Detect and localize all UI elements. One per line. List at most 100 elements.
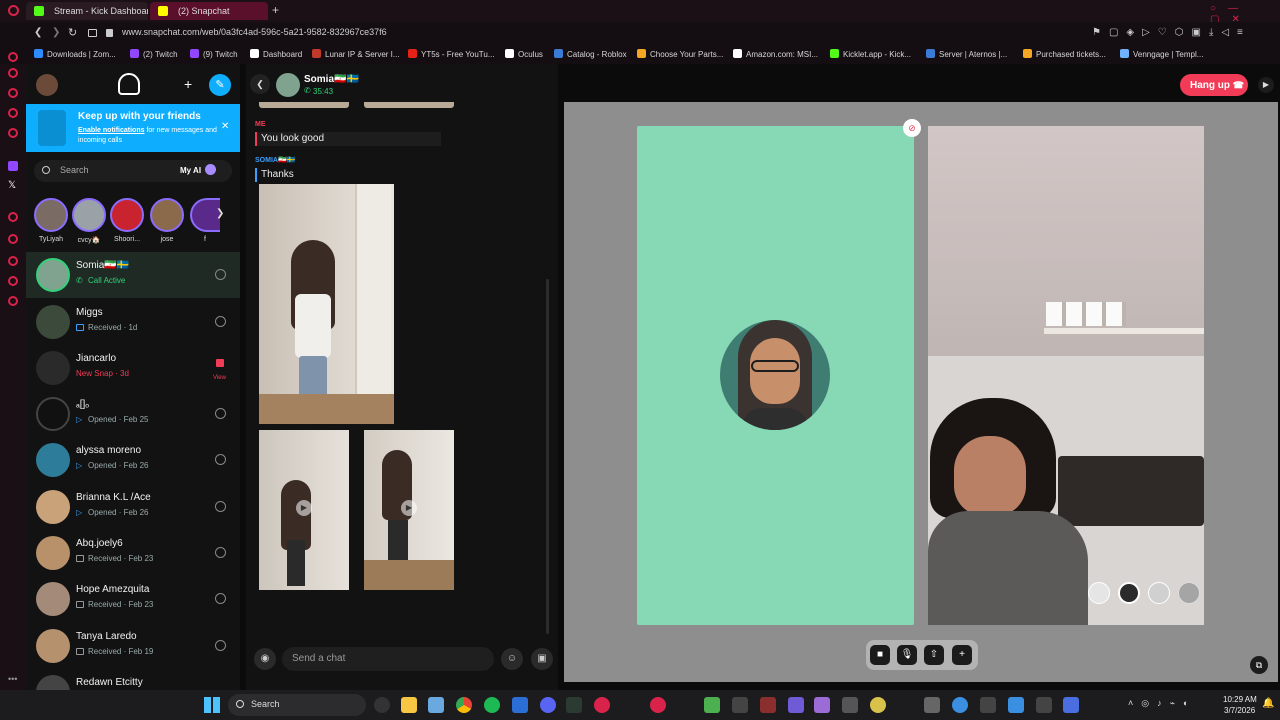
sidebar-app-icon[interactable] <box>8 88 18 98</box>
chat-list-item[interactable]: Jiancarlo New Snap · 3d View <box>26 345 240 391</box>
taskbar-app-icon[interactable] <box>814 697 830 713</box>
opera-logo-icon[interactable] <box>8 5 19 16</box>
chat-list-item[interactable]: Hope Amezquita Received · Feb 23 <box>26 576 240 622</box>
chat-list-item[interactable]: alyssa moreno Opened · Feb 26 ▷ <box>26 437 240 483</box>
chrome-icon[interactable] <box>456 697 472 713</box>
popout-icon[interactable]: ⧉ <box>1250 656 1268 674</box>
lens-button[interactable] <box>1178 582 1200 604</box>
tab-kick-dashboard[interactable]: Stream - Kick Dashboard <box>26 2 148 20</box>
share-screen-icon[interactable]: ⇧ <box>924 645 944 665</box>
bookmark[interactable]: Choose Your Parts... <box>637 49 723 59</box>
microphone-icon[interactable]: 🎙 <box>897 645 917 665</box>
lens-button[interactable] <box>1148 582 1170 604</box>
sidebar-more-icon[interactable]: ••• <box>8 674 17 684</box>
bookmark[interactable]: Downloads | Zom... <box>34 49 116 59</box>
message-bubble[interactable]: You look good <box>255 132 441 146</box>
camera-button[interactable]: ◉ <box>254 648 276 670</box>
profile-avatar[interactable] <box>36 74 58 96</box>
play-icon[interactable]: ▶ <box>401 500 417 516</box>
camera-reply-icon[interactable] <box>215 316 226 327</box>
search-bar[interactable]: Search My AI <box>34 160 232 182</box>
url-field[interactable]: www.snapchat.com/web/0a3fc4ad-596c-5a21-… <box>122 27 387 37</box>
discord-icon[interactable] <box>540 697 556 713</box>
opera-gx-icon[interactable] <box>650 697 666 713</box>
minecraft-icon[interactable] <box>704 697 720 713</box>
sidebar-app-icon[interactable] <box>8 296 18 306</box>
taskbar-app-icon[interactable] <box>566 697 582 713</box>
add-participant-icon[interactable]: + <box>952 645 972 665</box>
lens-button[interactable] <box>1118 582 1140 604</box>
taskbar-app-icon[interactable] <box>1063 697 1079 713</box>
taskbar-app-icon[interactable] <box>760 697 776 713</box>
sidebar-app-icon[interactable] <box>8 128 18 138</box>
taskbar-app-icon[interactable] <box>732 697 748 713</box>
camera-reply-icon[interactable] <box>215 408 226 419</box>
sidebar-app-icon[interactable] <box>8 234 18 244</box>
taskbar-app-icon[interactable] <box>980 697 996 713</box>
close-icon[interactable]: ✕ <box>221 121 229 132</box>
bookmark[interactable]: Kicklet.app - Kick... <box>830 49 911 59</box>
chat-list-item[interactable]: Abq.joely6 Received · Feb 23 <box>26 530 240 576</box>
story-item[interactable]: jose <box>150 198 184 243</box>
chat-list-item[interactable]: Brianna K.L /Ace Opened · Feb 26 ▷ <box>26 484 240 530</box>
back-icon[interactable]: ❮ <box>250 74 270 94</box>
taskbar-app-icon[interactable] <box>374 697 390 713</box>
opera-icon[interactable] <box>594 697 610 713</box>
bookmark[interactable]: Oculus <box>505 49 543 59</box>
sidebar-app-icon[interactable] <box>8 52 18 62</box>
spotify-icon[interactable] <box>484 697 500 713</box>
camera-reply-icon[interactable] <box>215 269 226 280</box>
camera-reply-icon[interactable] <box>215 593 226 604</box>
chat-photo[interactable] <box>259 184 394 424</box>
photos-icon[interactable] <box>428 697 444 713</box>
media-thumbnail[interactable] <box>259 102 349 108</box>
bookmark[interactable]: (9) Twitch <box>190 49 238 59</box>
chevron-right-icon[interactable]: ❯ <box>216 208 224 219</box>
new-chat-button[interactable]: ✎ <box>209 74 231 96</box>
notification-bell-icon[interactable]: 🔔 <box>1262 698 1274 709</box>
epic-icon[interactable] <box>512 697 528 713</box>
scrollbar[interactable] <box>546 279 549 634</box>
twitch-icon[interactable] <box>8 161 18 171</box>
forward-icon[interactable]: ❯ <box>52 27 60 38</box>
taskbar-app-icon[interactable] <box>1008 697 1024 713</box>
story-item[interactable]: TyLiyah <box>34 198 68 243</box>
sidebar-app-icon[interactable] <box>8 276 18 286</box>
clock-time[interactable]: 10:29 AM <box>1223 695 1257 704</box>
hang-up-button[interactable]: Hang up ☎ <box>1180 74 1248 96</box>
sticker-button[interactable]: ▣ <box>531 648 553 670</box>
taskbar-app-icon[interactable] <box>842 697 858 713</box>
send-chat-input[interactable]: Send a chat <box>282 647 494 671</box>
view-snap-button[interactable]: View <box>213 375 226 381</box>
media-thumbnail[interactable] <box>364 102 454 108</box>
play-icon[interactable]: ▶ <box>296 500 312 516</box>
x-icon[interactable]: 𝕏 <box>8 180 16 191</box>
emoji-button[interactable]: ☺ <box>501 648 523 670</box>
bookmark[interactable]: (2) Twitch <box>130 49 178 59</box>
bookmark[interactable]: Catalog - Roblox <box>554 49 627 59</box>
chat-list-item[interactable]: Miggs Received · 1d <box>26 299 240 345</box>
taskbar-app-icon[interactable] <box>924 697 940 713</box>
camera-reply-icon[interactable] <box>215 501 226 512</box>
sidebar-app-icon[interactable] <box>8 68 18 78</box>
tabs-icon[interactable] <box>88 29 97 37</box>
file-explorer-icon[interactable] <box>401 697 417 713</box>
bookmark[interactable]: Dashboard <box>250 49 302 59</box>
search-input[interactable]: Search <box>60 165 89 175</box>
camera-reply-icon[interactable] <box>215 454 226 465</box>
windows-start-icon[interactable] <box>204 697 220 713</box>
camera-reply-icon[interactable] <box>215 640 226 651</box>
avatar[interactable] <box>276 73 300 97</box>
new-tab-button[interactable]: + <box>272 3 279 17</box>
enable-notifications-link[interactable]: Enable notifications <box>78 127 145 134</box>
chat-video[interactable]: ▶ <box>364 430 454 590</box>
tab-snapchat[interactable]: (2) Snapchat <box>150 2 268 20</box>
taskbar-search[interactable]: Search <box>228 694 366 716</box>
back-icon[interactable]: ❮ <box>34 27 42 38</box>
chat-list-item[interactable]: Redawn Etcitty <box>26 669 240 690</box>
taskbar-app-icon[interactable] <box>952 697 968 713</box>
taskbar-app-icon[interactable] <box>1036 697 1052 713</box>
story-item[interactable]: f <box>190 198 220 243</box>
bookmark[interactable]: YT5s - Free YouTu... <box>408 49 495 59</box>
chat-list-item[interactable]: ₐ[]ₒ Opened · Feb 25 ▷ <box>26 391 240 437</box>
